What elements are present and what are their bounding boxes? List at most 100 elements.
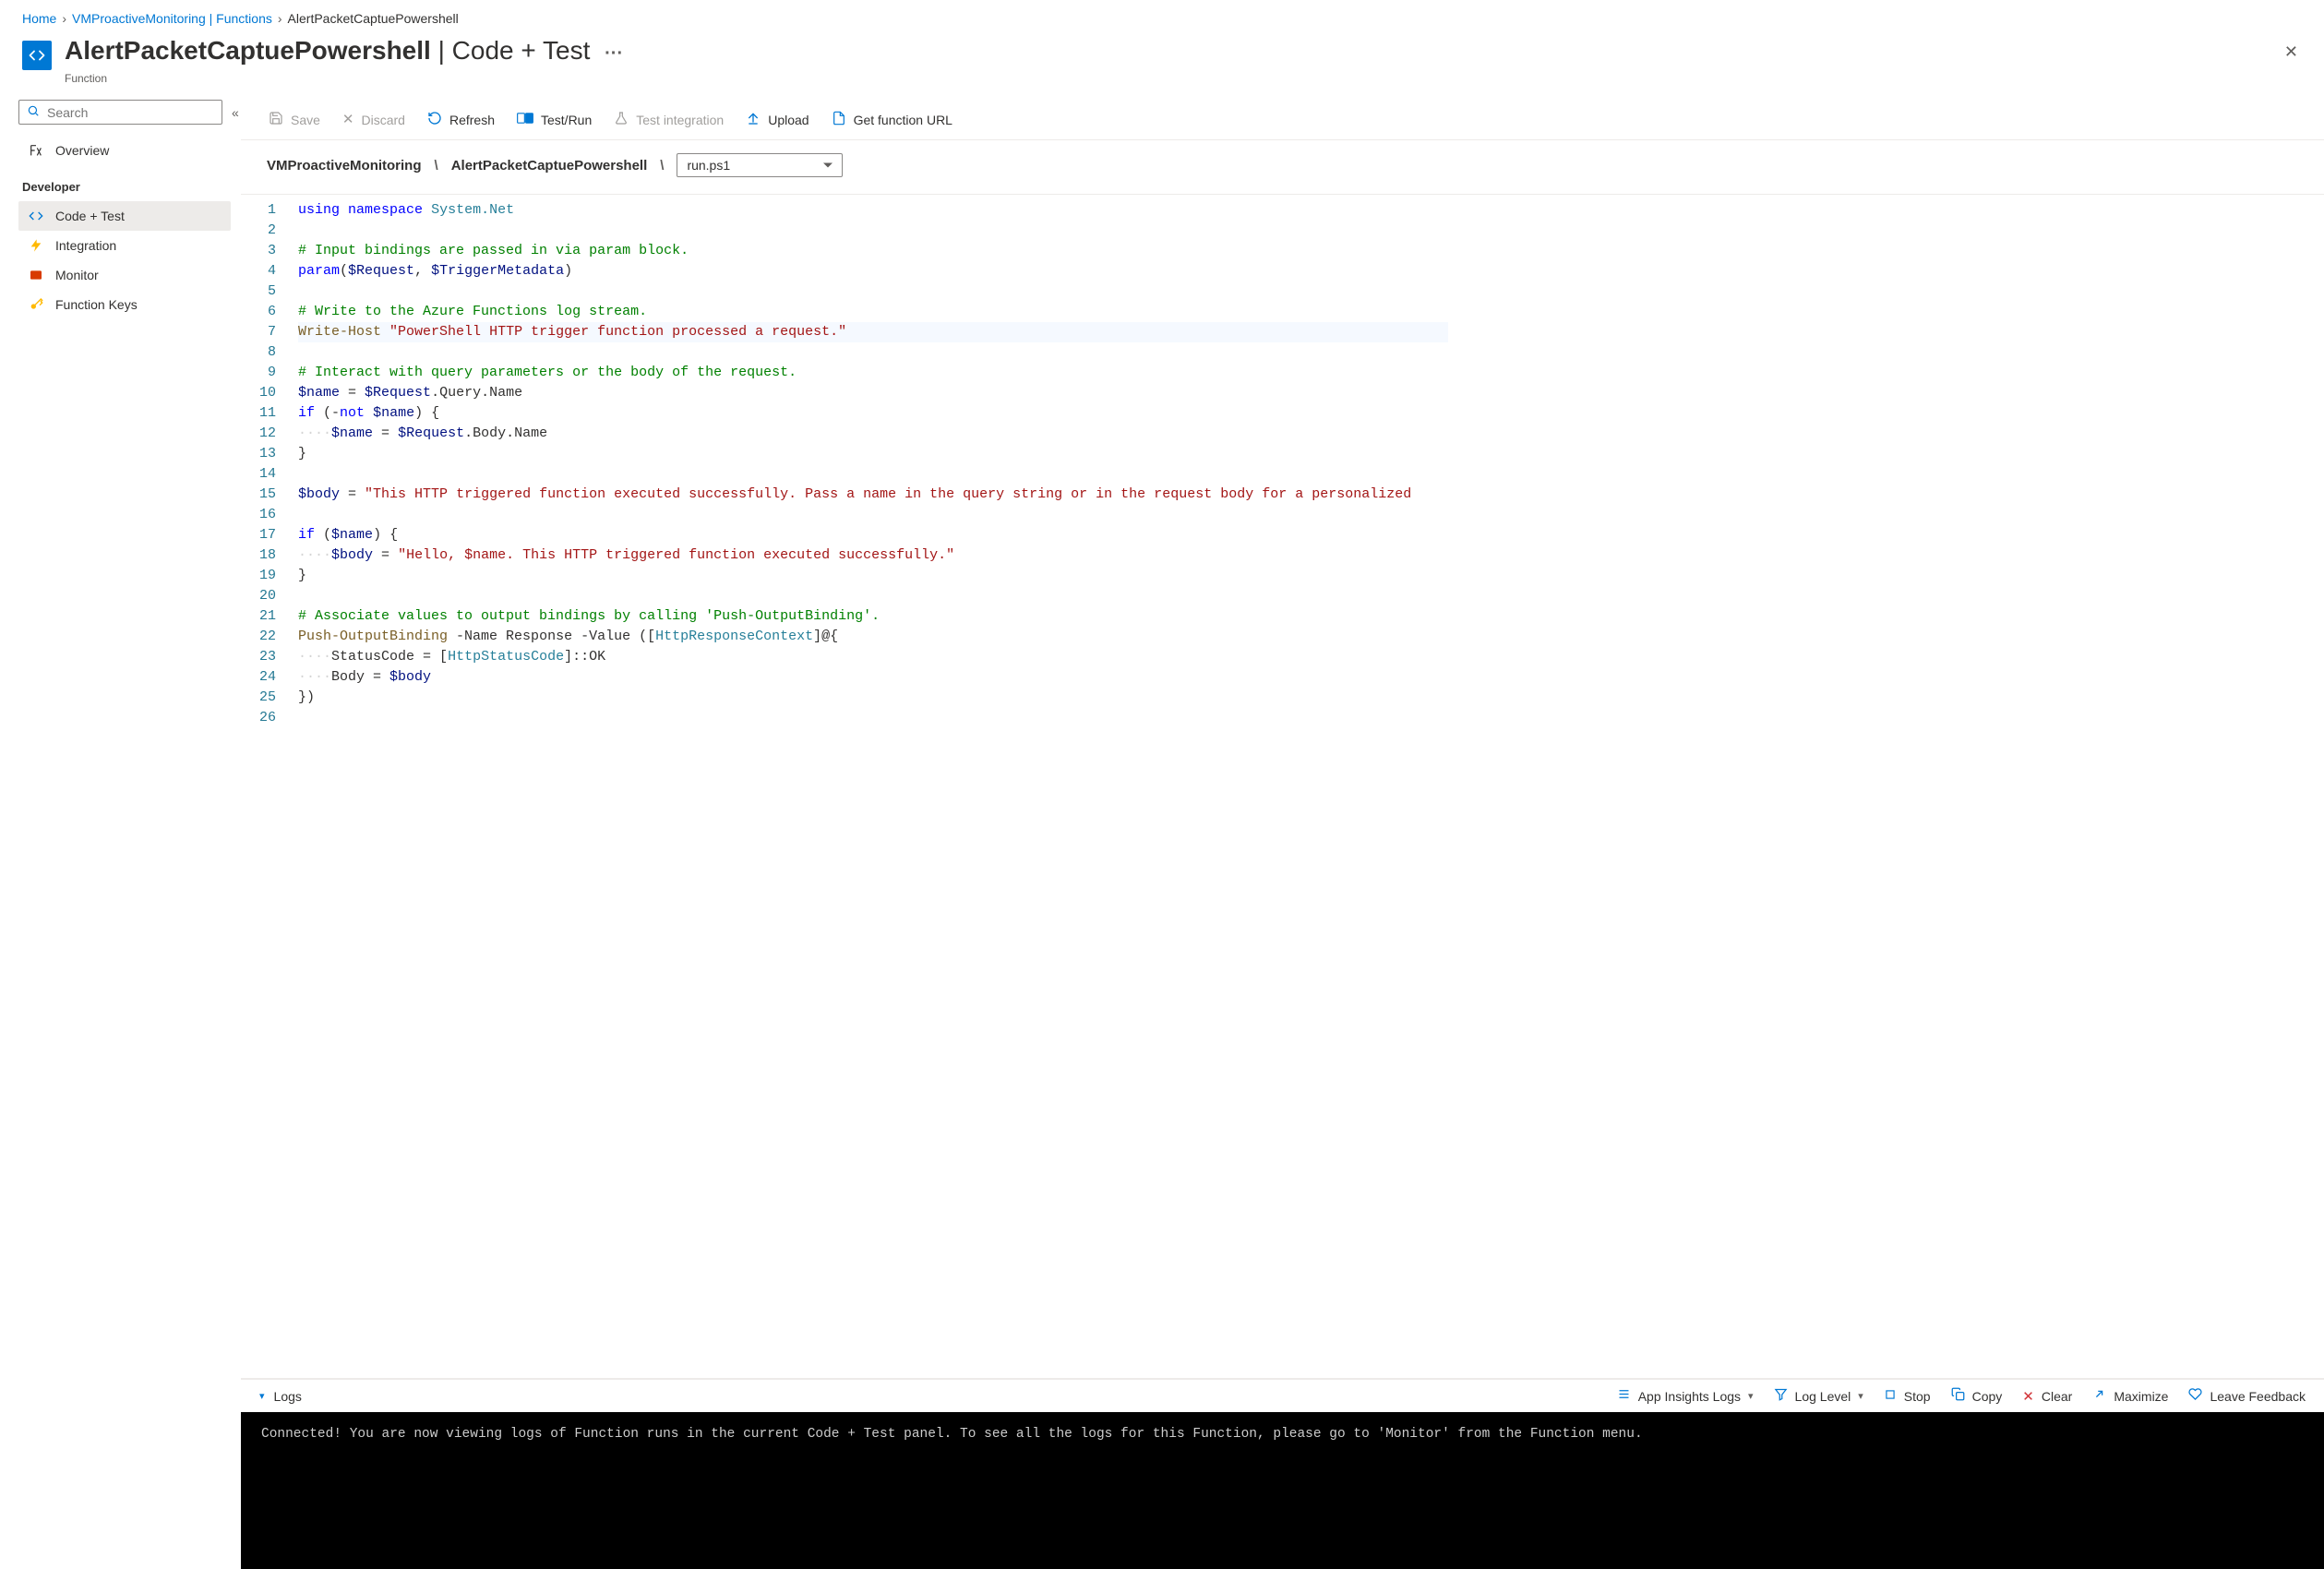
code-line[interactable]: 13} xyxy=(241,444,1448,464)
close-button[interactable]: ✕ xyxy=(2281,39,2302,66)
line-number: 14 xyxy=(241,464,298,485)
code-line[interactable]: 16 xyxy=(241,505,1448,525)
code-line[interactable]: 9# Interact with query parameters or the… xyxy=(241,363,1448,383)
code-line[interactable]: 1using namespace System.Net xyxy=(241,200,1448,221)
logs-toggle[interactable]: ▾ Logs xyxy=(259,1389,302,1404)
chevron-down-icon: ▾ xyxy=(259,1390,265,1402)
sidebar-item-monitor[interactable]: Monitor xyxy=(18,260,231,290)
code-line[interactable]: 21# Associate values to output bindings … xyxy=(241,606,1448,627)
line-content: ····$name = $Request.Body.Name xyxy=(298,424,1448,444)
test-run-button[interactable]: Test/Run xyxy=(515,108,593,131)
code-line[interactable]: 8 xyxy=(241,342,1448,363)
copy-button[interactable]: Copy xyxy=(1951,1387,2003,1405)
line-content xyxy=(298,708,1448,728)
line-content: # Input bindings are passed in via param… xyxy=(298,241,1448,261)
code-line[interactable]: 18····$body = "Hello, $name. This HTTP t… xyxy=(241,545,1448,566)
code-line[interactable]: 11if (-not $name) { xyxy=(241,403,1448,424)
flask-icon xyxy=(614,111,629,128)
line-number: 16 xyxy=(241,505,298,525)
line-content: if ($name) { xyxy=(298,525,1448,545)
code-editor[interactable]: 1using namespace System.Net2 3# Input bi… xyxy=(241,194,2324,1379)
code-line[interactable]: 26 xyxy=(241,708,1448,728)
code-line[interactable]: 25}) xyxy=(241,688,1448,708)
code-line[interactable]: 17if ($name) { xyxy=(241,525,1448,545)
line-content: ····StatusCode = [HttpStatusCode]::OK xyxy=(298,647,1448,667)
logs-toolbar: ▾ Logs App Insights Logs ▾ Log Level ▾ S… xyxy=(241,1379,2324,1412)
line-content xyxy=(298,586,1448,606)
sidebar-item-label: Function Keys xyxy=(55,297,138,312)
sidebar-item-overview[interactable]: Overview xyxy=(18,136,231,165)
code-line[interactable]: 7Write-Host "PowerShell HTTP trigger fun… xyxy=(241,322,1448,342)
code-icon xyxy=(22,41,52,70)
breadcrumb-home[interactable]: Home xyxy=(22,11,56,26)
line-number: 9 xyxy=(241,363,298,383)
path-segment: VMProactiveMonitoring xyxy=(267,158,422,174)
save-button[interactable]: Save xyxy=(267,107,322,132)
line-number: 25 xyxy=(241,688,298,708)
line-content: # Interact with query parameters or the … xyxy=(298,363,1448,383)
code-line[interactable]: 5 xyxy=(241,281,1448,302)
line-content xyxy=(298,221,1448,241)
code-line[interactable]: 3# Input bindings are passed in via para… xyxy=(241,241,1448,261)
sidebar-item-integration[interactable]: Integration xyxy=(18,231,231,260)
more-button[interactable]: ··· xyxy=(605,43,623,64)
line-number: 10 xyxy=(241,383,298,403)
logs-console[interactable]: Connected! You are now viewing logs of F… xyxy=(241,1412,2324,1569)
heart-icon xyxy=(2188,1387,2202,1405)
line-content: ····Body = $body xyxy=(298,667,1448,688)
line-number: 24 xyxy=(241,667,298,688)
stop-button[interactable]: Stop xyxy=(1884,1388,1931,1405)
line-number: 6 xyxy=(241,302,298,322)
code-line[interactable]: 19} xyxy=(241,566,1448,586)
code-icon xyxy=(28,209,44,223)
line-content: $name = $Request.Query.Name xyxy=(298,383,1448,403)
code-line[interactable]: 15$body = "This HTTP triggered function … xyxy=(241,485,1448,505)
maximize-button[interactable]: Maximize xyxy=(2092,1387,2168,1405)
line-number: 18 xyxy=(241,545,298,566)
test-integration-button[interactable]: Test integration xyxy=(612,107,725,132)
refresh-button[interactable]: Refresh xyxy=(425,107,497,132)
code-line[interactable]: 6# Write to the Azure Functions log stre… xyxy=(241,302,1448,322)
code-line[interactable]: 22Push-OutputBinding -Name Response -Val… xyxy=(241,627,1448,647)
sidebar-item-function-keys[interactable]: Function Keys xyxy=(18,290,231,319)
search-input-wrap[interactable] xyxy=(18,100,222,125)
sidebar-item-code-test[interactable]: Code + Test xyxy=(18,201,231,231)
line-number: 22 xyxy=(241,627,298,647)
page-subtitle: Function xyxy=(65,72,2302,85)
line-content: using namespace System.Net xyxy=(298,200,1448,221)
line-number: 20 xyxy=(241,586,298,606)
line-content: param($Request, $TriggerMetadata) xyxy=(298,261,1448,281)
stop-icon xyxy=(1884,1388,1897,1405)
code-line[interactable]: 4param($Request, $TriggerMetadata) xyxy=(241,261,1448,281)
get-url-button[interactable]: Get function URL xyxy=(830,107,954,132)
refresh-icon xyxy=(427,111,442,128)
line-number: 11 xyxy=(241,403,298,424)
log-level-button[interactable]: Log Level ▾ xyxy=(1774,1387,1863,1405)
code-line[interactable]: 12····$name = $Request.Body.Name xyxy=(241,424,1448,444)
code-line[interactable]: 23····StatusCode = [HttpStatusCode]::OK xyxy=(241,647,1448,667)
leave-feedback-button[interactable]: Leave Feedback xyxy=(2188,1387,2306,1405)
collapse-sidebar-button[interactable]: « xyxy=(232,105,239,120)
line-content: Write-Host "PowerShell HTTP trigger func… xyxy=(298,322,1448,342)
list-icon xyxy=(1617,1387,1631,1405)
search-input[interactable] xyxy=(47,105,214,120)
discard-button[interactable]: ✕ Discard xyxy=(341,109,407,131)
code-line[interactable]: 24····Body = $body xyxy=(241,667,1448,688)
line-content: if (-not $name) { xyxy=(298,403,1448,424)
sidebar-item-label: Integration xyxy=(55,238,116,253)
breadcrumb-mid[interactable]: VMProactiveMonitoring | Functions xyxy=(72,11,272,26)
code-line[interactable]: 14 xyxy=(241,464,1448,485)
bolt-icon xyxy=(28,238,44,253)
line-content: Push-OutputBinding -Name Response -Value… xyxy=(298,627,1448,647)
chevron-down-icon: ▾ xyxy=(1748,1390,1754,1402)
file-select[interactable]: run.ps1 xyxy=(677,153,843,177)
code-line[interactable]: 20 xyxy=(241,586,1448,606)
code-line[interactable]: 10$name = $Request.Query.Name xyxy=(241,383,1448,403)
line-content: # Write to the Azure Functions log strea… xyxy=(298,302,1448,322)
line-content xyxy=(298,281,1448,302)
app-insights-logs-button[interactable]: App Insights Logs ▾ xyxy=(1617,1387,1754,1405)
upload-button[interactable]: Upload xyxy=(744,107,810,132)
clear-button[interactable]: ✕ Clear xyxy=(2022,1388,2072,1405)
chevron-right-icon: › xyxy=(62,11,66,26)
code-line[interactable]: 2 xyxy=(241,221,1448,241)
